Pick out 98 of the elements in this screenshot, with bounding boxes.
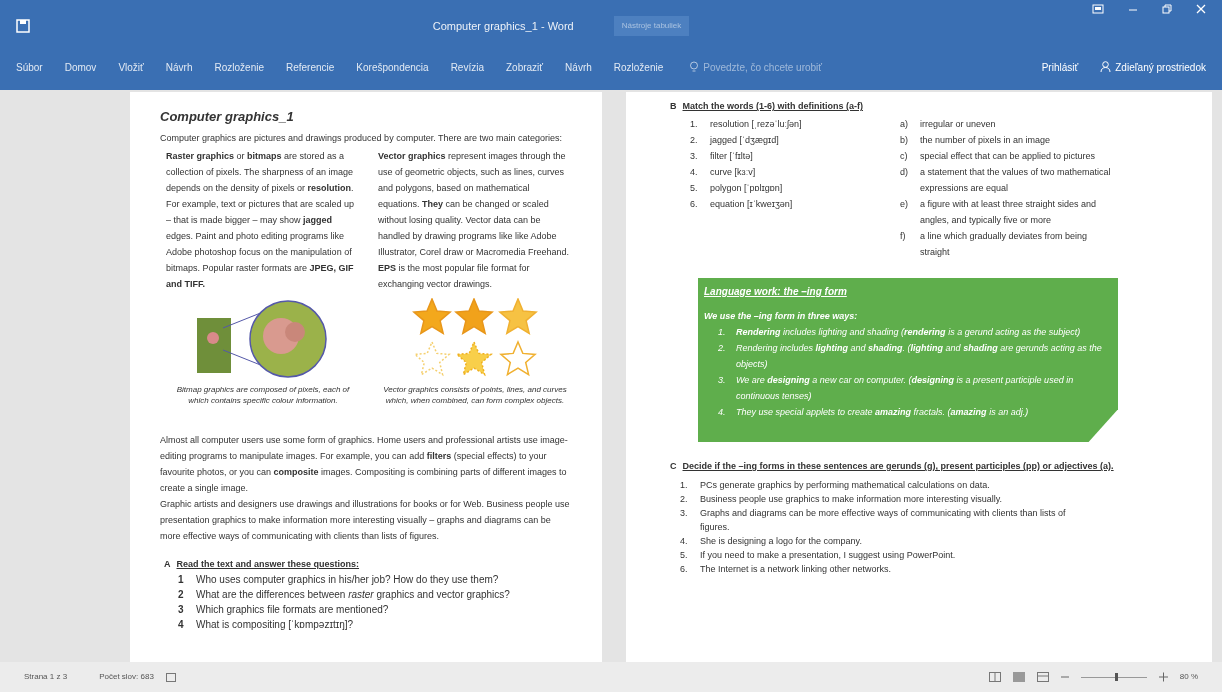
item-number: 3 [178,603,184,617]
question-text: What are the differences between raster graphics and vector graphics? [196,588,510,602]
ribbon-tab[interactable]: Revízia [450,59,484,75]
item-number: 5. [680,549,689,562]
ribbon-tab[interactable]: Vložiť [118,59,144,75]
box-intro: We use the –ing form in three ways: [704,310,859,323]
web-layout-icon[interactable] [1036,672,1049,682]
figure-caption: Vector graphics consists of points, lines, and curves which, when combined, can form complex objects. [382,384,568,406]
sign-in-link[interactable]: Prihlásiť [1041,59,1079,75]
item-letter: b) [900,134,909,147]
ribbon-tab[interactable]: Návrh [565,59,592,75]
column-paragraph: Vector graphics represent images through the use of geometric objects, such as lines, curves and polygons, based on mathematical equations. They can be changed or scaled without losing quality. Vector data can be handled by drawing programs like like Adobe Illustrator, Corel draw or Macromedia Freehand. EPS is the most popular file format for exchanging vector drawings. [378,150,571,291]
example-sentence: We are designing a new car on computer. (designing is a present participle used in continuous tenses) [736,374,1075,403]
zoom-slider[interactable] [1080,672,1147,682]
exercise-sentence: The Internet is a network linking other networks. [700,563,892,576]
item-number: 5. [690,182,699,195]
exercise-sentence: Graphs and diagrams can be more effective ways of communicating with clients than lists of figures. [700,507,1067,534]
question-text: What is compositing [ˈkɒmpəzɪtɪŋ]? [196,618,354,632]
item-number: 1. [690,118,699,131]
slider-thumb[interactable] [1115,673,1119,681]
tell-me-box[interactable]: Povedzte, čo chcete urobiť [689,59,823,75]
close-icon[interactable] [1196,4,1206,14]
item-number: 3. [680,507,689,520]
vocabulary-word: curve [kɜːv] [710,166,756,179]
item-letter: c) [900,150,909,163]
ribbon-tab[interactable]: Návrh [165,59,193,75]
section-letter: C [670,460,677,473]
vocabulary-word: jagged [ˈdʒæɡɪd] [710,134,779,147]
item-letter: e) [900,198,909,211]
lightbulb-icon [689,61,700,73]
save-icon[interactable] [16,19,30,33]
item-number: 3. [718,374,727,387]
section-letter: A [164,558,171,571]
item-number: 6. [680,563,689,576]
body-paragraph: Almost all computer users use some form of graphics. Home users and professional artists use image-editing programs to manipulate images. For example, you can add filters (special effects) to your favourite photos, or you can composite images. Compositing is combining parts of different images to create a single image. [160,434,569,495]
word-count: Počet slov: 683 [99,671,154,683]
proofing-icon[interactable] [165,672,176,682]
definition-text: irregular or uneven [920,118,996,131]
item-number: 2. [680,493,689,506]
ribbon-tab[interactable]: Zobraziť [506,59,544,75]
exercise-sentence: PCs generate graphics by performing mathematical calculations on data. [700,479,990,492]
exercise-sentence: If you need to make a presentation, I suggest using PowerPoint. [700,549,956,562]
section-letter: B [670,100,677,113]
item-letter: f) [900,230,907,243]
vocabulary-word: filter [ˈfɪltə] [710,150,753,163]
item-number: 6. [690,198,699,211]
item-number: 2. [718,342,727,355]
item-number: 3. [690,150,699,163]
body-paragraph: Graphic artists and designers use drawings and illustrations for books or for Web. Business people use presentation graphics to make information more interesting visually – graphs and diagrams can be more effective ways of communicating with clients than lists of figures. [160,498,571,543]
vocabulary-word: equation [ɪˈkweɪʒən] [710,198,793,211]
item-letter: d) [900,166,909,179]
figure-caption: Bitmap graphics are composed of pixels, each of which contains specific colour information. [175,384,351,406]
item-number: 4. [718,406,727,419]
column-paragraph: Raster graphics or bitmaps are stored as a collection of pixels. The sharpness of an image depends on the density of pixels or resolution. For example, text or pictures that are scaled up – that is made bigger – may show jagged edges. Paint and photo editing programs like Adobe photoshop focus on the manipulation of bitmaps. Popular raster formats are JPEG, GIF and TIFF. [166,150,356,291]
vocabulary-word: resolution [ˌrezəˈluːʃən] [710,118,802,131]
ribbon-tab[interactable]: Rozloženie [613,59,664,75]
item-number: 2 [178,588,184,602]
page-count: Strana 1 z 3 [24,671,68,683]
question-text: Who uses computer graphics in his/her job? How do they use them? [196,573,499,587]
item-number: 1. [680,479,689,492]
item-number: 4. [680,535,689,548]
read-mode-icon[interactable] [988,672,1001,682]
item-number: 4. [690,166,699,179]
example-sentence: Rendering includes lighting and shading (rendering is a gerund acting as the subject) [736,326,1081,339]
person-icon [1100,61,1112,73]
exercise-sentence: Business people use graphics to make information more interesting visually. [700,493,1002,506]
item-number: 1. [718,326,727,339]
zoom-level: 80 % [1179,671,1198,683]
ribbon-tab[interactable]: Rozloženie [214,59,264,75]
definition-text: special effect that can be applied to pictures [920,150,1095,163]
item-number: 4 [178,618,184,632]
ribbon-display-icon[interactable] [1092,4,1104,14]
item-letter: a) [900,118,909,131]
box-title: Language work: the –ing form [704,285,848,299]
print-layout-icon[interactable] [1012,672,1025,682]
section-heading: Decide if the –ing forms in these sentences are gerunds (g), present participles (pp) or adjectives (a). [682,460,1114,473]
ribbon-tab[interactable]: Domov [64,59,97,75]
question-text: Which graphics file formats are mentioned? [196,603,389,617]
share-button[interactable]: Zdieľaný prostriedok [1100,59,1206,75]
zoom-in-icon[interactable] [1158,672,1168,682]
context-tab-label: Nástroje tabuliek [613,16,690,36]
definition-text: the number of pixels in an image [920,134,1051,147]
restore-icon[interactable] [1162,4,1172,14]
section-heading: Read the text and answer these questions: [176,558,360,571]
intro-paragraph: Computer graphics are pictures and drawings produced by computer. There are two main categories: [160,132,564,145]
document-title: Computer graphics_1 [160,108,295,126]
window-title: Computer graphics_1 - Word [432,18,574,34]
item-number: 2. [690,134,699,147]
ribbon-tab[interactable]: Korešpondencia [356,59,429,75]
section-heading: Match the words (1-6) with definitions (a-f) [682,100,863,113]
example-sentence: Rendering includes lighting and shading. (lighting and shading are gerunds acting as the objects) [736,342,1103,371]
item-number: 1 [178,573,184,587]
ribbon-tab[interactable]: Referencie [286,59,335,75]
example-sentence: They use special applets to create amazing fractals. (amazing is an adj.) [736,406,1029,419]
exercise-sentence: She is designing a logo for the company. [700,535,862,548]
ribbon-tab[interactable]: Súbor [16,59,43,75]
definition-text: a line which gradually deviates from being straight [920,230,1089,259]
vocabulary-word: polygon [ˈpɒlɪɡɒn] [710,182,783,195]
